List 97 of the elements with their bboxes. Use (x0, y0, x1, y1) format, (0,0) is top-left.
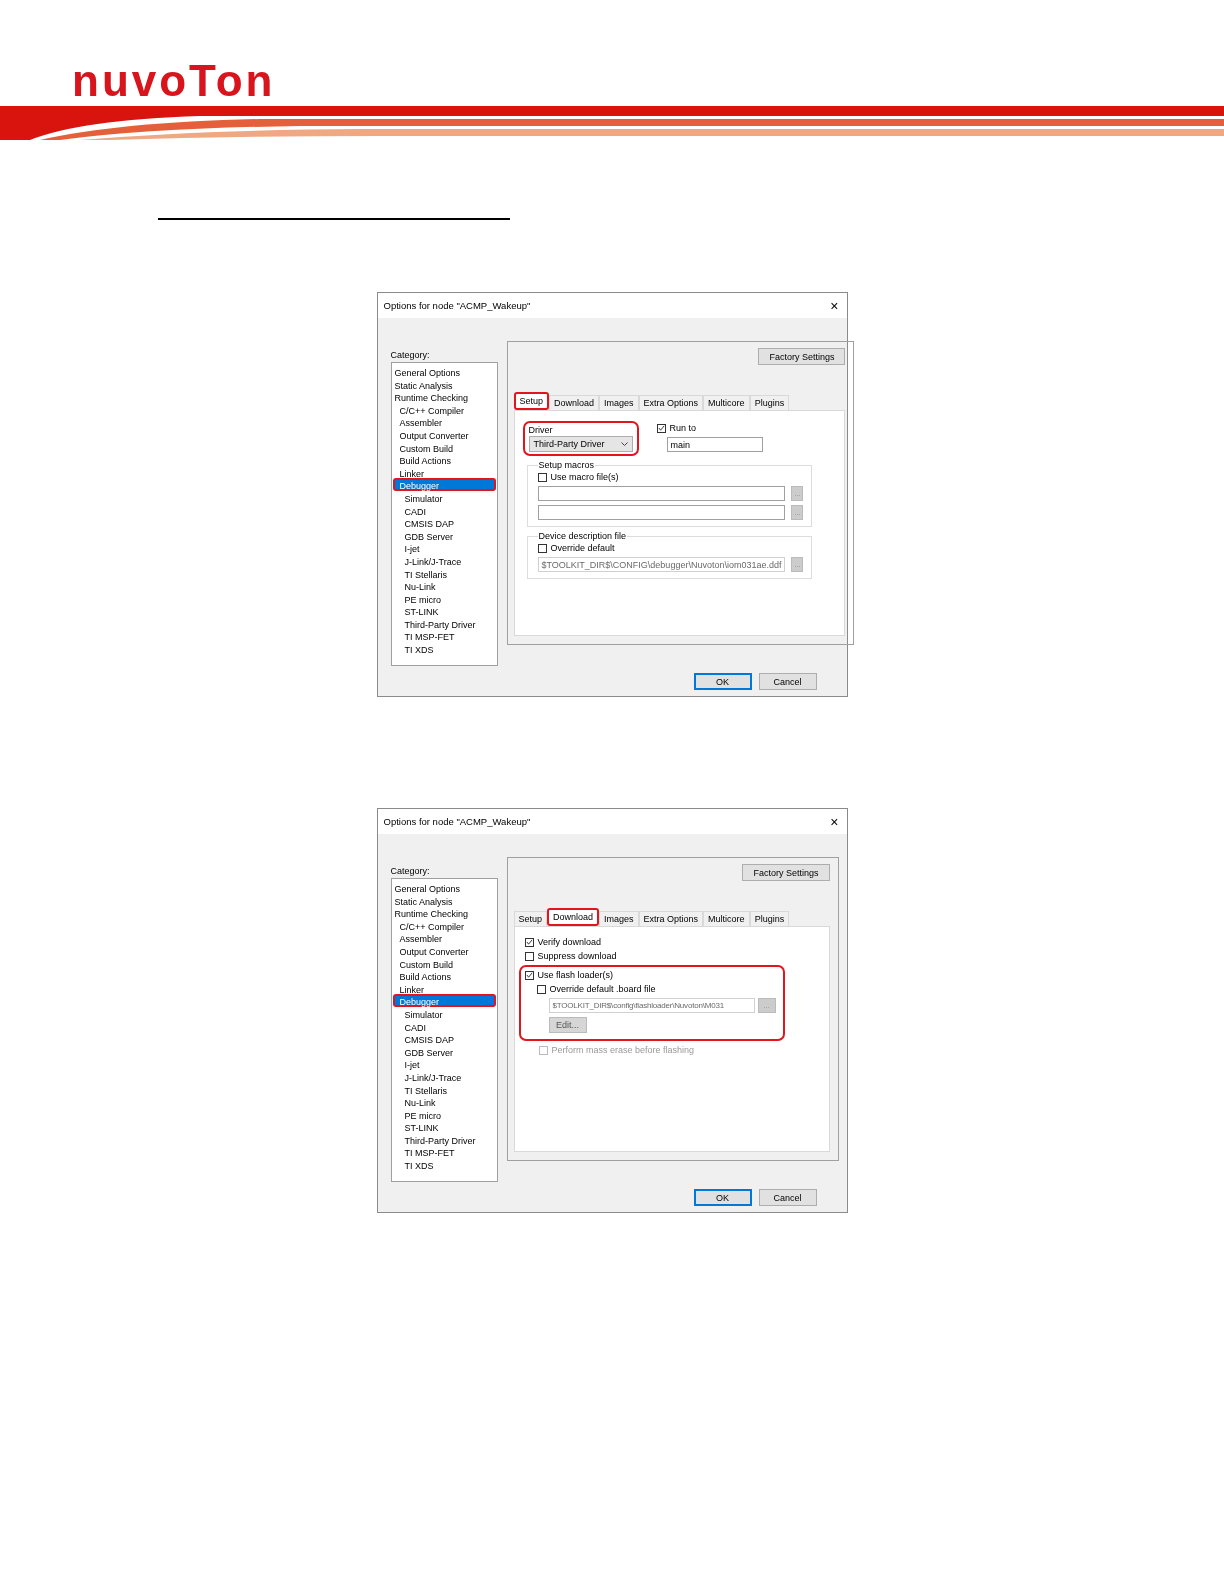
category-item[interactable]: Build Actions (392, 453, 496, 466)
checkbox-label: Run to (669, 423, 697, 433)
category-item[interactable]: Debugger (392, 478, 496, 491)
category-item[interactable]: J-Link/J-Trace (392, 1069, 496, 1083)
group-title: Device description file (537, 531, 628, 541)
file-path-field[interactable]: $TOOLKIT_DIR$\CONFIG\debugger\Nuvoton\iom031ae.ddf (537, 557, 786, 572)
checkbox[interactable] (656, 423, 666, 433)
category-item[interactable]: GDB Server (392, 528, 496, 542)
checkbox-label: Override default (550, 543, 615, 553)
category-item[interactable]: GDB Server (392, 1044, 496, 1058)
checkbox-label: Use flash loader(s) (537, 970, 614, 980)
window-title: Options for node "ACMP_Wakeup" (383, 300, 531, 311)
checkbox-label: Perform mass erase before flashing (551, 1045, 695, 1055)
category-item[interactable]: Simulator (392, 490, 496, 504)
run-to-field[interactable]: main (666, 437, 763, 452)
field-label: Driver (528, 425, 554, 435)
macro-file-field[interactable] (537, 505, 786, 520)
checkbox-label: Suppress download (537, 951, 617, 961)
logo: nuvoTon (72, 58, 276, 104)
category-item[interactable]: Static Analysis (392, 377, 496, 391)
dialog-button[interactable]: Cancel (758, 1189, 817, 1206)
checkbox[interactable] (524, 970, 534, 980)
category-item[interactable]: ST-LINK (392, 604, 496, 617)
category-item[interactable]: Output Converter (392, 427, 496, 441)
dialog-button[interactable]: OK (693, 1189, 752, 1206)
category-item[interactable]: TI Stellaris (392, 566, 496, 580)
category-item[interactable]: Assembler (392, 415, 496, 428)
driver-dropdown[interactable]: Third-Party Driver (528, 436, 633, 452)
category-item[interactable]: Runtime Checking (392, 390, 496, 403)
category-item[interactable]: Static Analysis (392, 893, 496, 907)
category-item[interactable]: Linker (392, 981, 496, 995)
category-item[interactable]: Third-Party Driver (392, 1132, 496, 1146)
category-item[interactable]: Runtime Checking (392, 906, 496, 919)
dialog-button[interactable]: OK (693, 673, 752, 690)
checkbox[interactable] (524, 937, 534, 947)
tab[interactable]: Images (599, 395, 639, 410)
category-item[interactable]: Simulator (392, 1006, 496, 1020)
tab[interactable]: Plugins (749, 395, 790, 410)
checkbox-label: Override default .board file (549, 984, 656, 994)
category-item[interactable]: J-Link/J-Trace (392, 553, 496, 567)
file-path-field[interactable]: $TOOLKIT_DIR$\config\flashloader\Nuvoton\M031 (548, 998, 755, 1013)
close-button[interactable]: × (828, 298, 841, 313)
category-item[interactable]: Output Converter (392, 943, 496, 957)
category-item[interactable]: Nu-Link (392, 1095, 496, 1108)
dialog-button[interactable]: Cancel (758, 673, 817, 690)
category-item[interactable]: Assembler (392, 931, 496, 944)
tab[interactable]: Setup (513, 911, 548, 926)
factory-settings-button[interactable]: Factory Settings (742, 864, 830, 881)
tab[interactable]: Plugins (749, 911, 790, 926)
checkbox[interactable] (536, 984, 546, 994)
category-item[interactable]: Custom Build (392, 956, 496, 970)
category-item[interactable]: TI Stellaris (392, 1082, 496, 1096)
tab[interactable]: Download (549, 395, 600, 410)
category-item[interactable]: Debugger (392, 994, 496, 1007)
checkbox[interactable] (537, 472, 547, 482)
tab[interactable]: Images (599, 911, 639, 926)
category-item[interactable]: I-jet (392, 1057, 496, 1070)
category-item[interactable]: General Options (392, 365, 496, 378)
window-title: Options for node "ACMP_Wakeup" (383, 816, 531, 827)
category-item[interactable]: Third-Party Driver (392, 616, 496, 630)
category-item[interactable]: Linker (392, 465, 496, 479)
tab[interactable]: Extra Options (638, 911, 704, 926)
category-item[interactable]: Build Actions (392, 969, 496, 982)
category-item[interactable]: C/C++ Compiler (392, 402, 496, 416)
group-title: Setup macros (537, 460, 596, 470)
category-item[interactable]: ST-LINK (392, 1120, 496, 1133)
tab[interactable]: Multicore (703, 911, 750, 926)
category-item[interactable]: CADI (392, 1019, 496, 1033)
checkbox[interactable] (537, 543, 547, 553)
chevron-down-icon (620, 442, 628, 446)
checkbox-label: Use macro file(s) (550, 472, 619, 482)
category-item[interactable]: General Options (392, 881, 496, 894)
edit-button[interactable]: Edit... (548, 1017, 587, 1033)
category-item[interactable]: PE micro (392, 591, 496, 605)
tab[interactable]: Multicore (703, 395, 750, 410)
category-item[interactable]: TI XDS (392, 642, 496, 655)
category-item[interactable]: Custom Build (392, 440, 496, 454)
category-item[interactable]: Nu-Link (392, 579, 496, 592)
checkbox[interactable] (524, 951, 534, 961)
category-item[interactable]: TI XDS (392, 1158, 496, 1171)
category-item[interactable]: C/C++ Compiler (392, 918, 496, 932)
close-button[interactable]: × (828, 814, 841, 829)
category-item[interactable]: CMSIS DAP (392, 1032, 496, 1045)
category-item[interactable]: CMSIS DAP (392, 516, 496, 529)
factory-settings-button[interactable]: Factory Settings (758, 348, 846, 365)
checkbox-label: Verify download (537, 937, 602, 947)
category-item[interactable]: I-jet (392, 541, 496, 554)
category-item[interactable]: CADI (392, 503, 496, 517)
tab[interactable]: Download (547, 908, 600, 926)
category-item[interactable]: TI MSP-FET (392, 1145, 496, 1159)
category-item[interactable]: PE micro (392, 1107, 496, 1121)
macro-file-field[interactable] (537, 486, 786, 501)
tab[interactable]: Extra Options (638, 395, 704, 410)
category-label: Category: (390, 350, 430, 360)
category-item[interactable]: TI MSP-FET (392, 629, 496, 643)
tab[interactable]: Setup (513, 392, 550, 410)
category-label: Category: (390, 866, 430, 876)
